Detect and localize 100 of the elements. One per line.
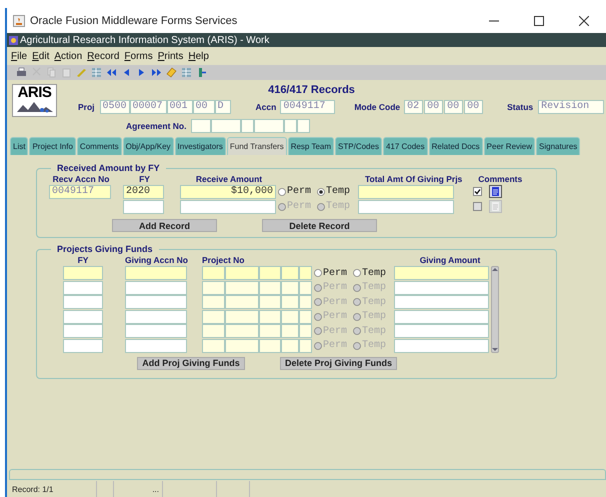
input-field[interactable]: [241, 118, 254, 132]
input-field[interactable]: [299, 338, 312, 353]
input-field[interactable]: [202, 266, 225, 280]
add-record-button[interactable]: Add Record: [112, 219, 217, 232]
document-icon[interactable]: [489, 185, 502, 198]
input-field[interactable]: 00007: [130, 100, 167, 114]
input-field[interactable]: 0049117: [280, 100, 336, 114]
delete-proj-giving-funds-button[interactable]: Delete Proj Giving Funds: [280, 356, 397, 370]
tab[interactable]: Comments: [76, 137, 122, 155]
input-field[interactable]: [259, 266, 281, 280]
menu-item[interactable]: File: [11, 50, 28, 62]
input-field[interactable]: 00: [444, 100, 464, 114]
radio-option[interactable]: Temp: [353, 268, 386, 279]
input-field[interactable]: $10,000: [180, 184, 276, 198]
input-field[interactable]: [191, 118, 212, 132]
menu-item[interactable]: Record: [87, 50, 120, 62]
input-field[interactable]: [299, 310, 312, 324]
input-field[interactable]: Revision: [538, 100, 604, 114]
radio-option[interactable]: Perm: [278, 186, 312, 197]
input-field[interactable]: D: [214, 100, 231, 114]
maximize-icon[interactable]: [534, 16, 544, 26]
input-field[interactable]: [281, 324, 299, 338]
scrollbar[interactable]: [491, 266, 500, 353]
input-field[interactable]: 02: [404, 100, 424, 114]
input-field[interactable]: [299, 295, 312, 310]
input-field[interactable]: 00: [192, 100, 215, 114]
input-field[interactable]: [225, 324, 259, 338]
input-field[interactable]: [394, 338, 490, 353]
delete-record-button[interactable]: Delete Record: [262, 219, 377, 232]
tab[interactable]: List: [10, 137, 28, 155]
input-field[interactable]: [299, 280, 312, 295]
input-field[interactable]: [225, 310, 259, 324]
pencil-icon[interactable]: [76, 67, 87, 78]
menu-item[interactable]: Forms: [124, 50, 153, 62]
printer-icon[interactable]: [16, 67, 27, 78]
input-field[interactable]: [284, 118, 298, 132]
copy-icon[interactable]: [46, 67, 57, 78]
input-field[interactable]: [259, 338, 281, 353]
input-field[interactable]: [125, 266, 187, 280]
input-field[interactable]: [394, 324, 490, 338]
input-field[interactable]: [394, 266, 490, 280]
input-field[interactable]: 001: [166, 100, 193, 114]
exit-icon[interactable]: [196, 67, 207, 78]
tab[interactable]: Signatures: [536, 137, 580, 155]
input-field[interactable]: [125, 280, 187, 295]
last-record-icon[interactable]: [151, 67, 162, 78]
table-icon[interactable]: [181, 67, 192, 78]
close-icon[interactable]: [578, 16, 588, 26]
note-icon[interactable]: [166, 67, 177, 78]
input-field[interactable]: 00: [424, 100, 444, 114]
tab[interactable]: Project Info: [29, 137, 76, 155]
input-field[interactable]: [394, 280, 490, 295]
input-field[interactable]: [254, 118, 284, 132]
input-field[interactable]: [202, 280, 225, 295]
paste-icon[interactable]: [61, 67, 72, 78]
tab[interactable]: Resp Team: [288, 137, 334, 155]
input-field[interactable]: [202, 295, 225, 310]
tab[interactable]: Fund Transfers: [226, 137, 287, 155]
input-field[interactable]: [358, 184, 454, 198]
radio-option[interactable]: Perm: [314, 268, 348, 279]
input-field[interactable]: [125, 295, 187, 310]
input-field[interactable]: [259, 324, 281, 338]
input-field[interactable]: [202, 310, 225, 324]
input-field[interactable]: 00: [464, 100, 484, 114]
input-field[interactable]: [125, 324, 187, 338]
tab[interactable]: Related Docs: [428, 137, 483, 155]
tab[interactable]: Investigators: [174, 137, 226, 155]
tab[interactable]: 417 Codes: [382, 137, 428, 155]
table-icon[interactable]: [91, 67, 102, 78]
input-field[interactable]: [281, 295, 299, 310]
input-field[interactable]: [281, 280, 299, 295]
tab[interactable]: STP/Codes: [335, 137, 382, 155]
input-field[interactable]: [259, 280, 281, 295]
menu-item[interactable]: Action: [54, 50, 82, 62]
menu-item[interactable]: Help: [188, 50, 209, 62]
menu-item[interactable]: Prints: [158, 50, 184, 62]
input-field[interactable]: [125, 338, 187, 353]
input-field[interactable]: [281, 266, 299, 280]
input-field[interactable]: [225, 280, 259, 295]
radio-option[interactable]: Temp: [317, 186, 350, 197]
input-field[interactable]: [202, 324, 225, 338]
add-proj-giving-funds-button[interactable]: Add Proj Giving Funds: [137, 356, 245, 370]
tab[interactable]: Obj/App/Key: [122, 137, 174, 155]
input-field[interactable]: [299, 324, 312, 338]
input-field[interactable]: [202, 338, 225, 353]
input-field[interactable]: [358, 200, 454, 214]
input-field[interactable]: [394, 295, 490, 310]
input-field[interactable]: [281, 310, 299, 324]
input-field[interactable]: [297, 118, 310, 132]
input-field[interactable]: [180, 200, 276, 214]
scroll-down-icon[interactable]: [492, 347, 498, 352]
input-field[interactable]: [225, 338, 259, 353]
input-field[interactable]: 0049117: [49, 184, 111, 198]
input-field[interactable]: 0500: [100, 100, 130, 114]
input-field[interactable]: [299, 266, 312, 280]
tab[interactable]: Peer Review: [484, 137, 536, 155]
first-record-icon[interactable]: [106, 67, 117, 78]
checkbox[interactable]: [473, 187, 482, 196]
input-field[interactable]: [394, 310, 490, 324]
input-field[interactable]: [259, 295, 281, 310]
